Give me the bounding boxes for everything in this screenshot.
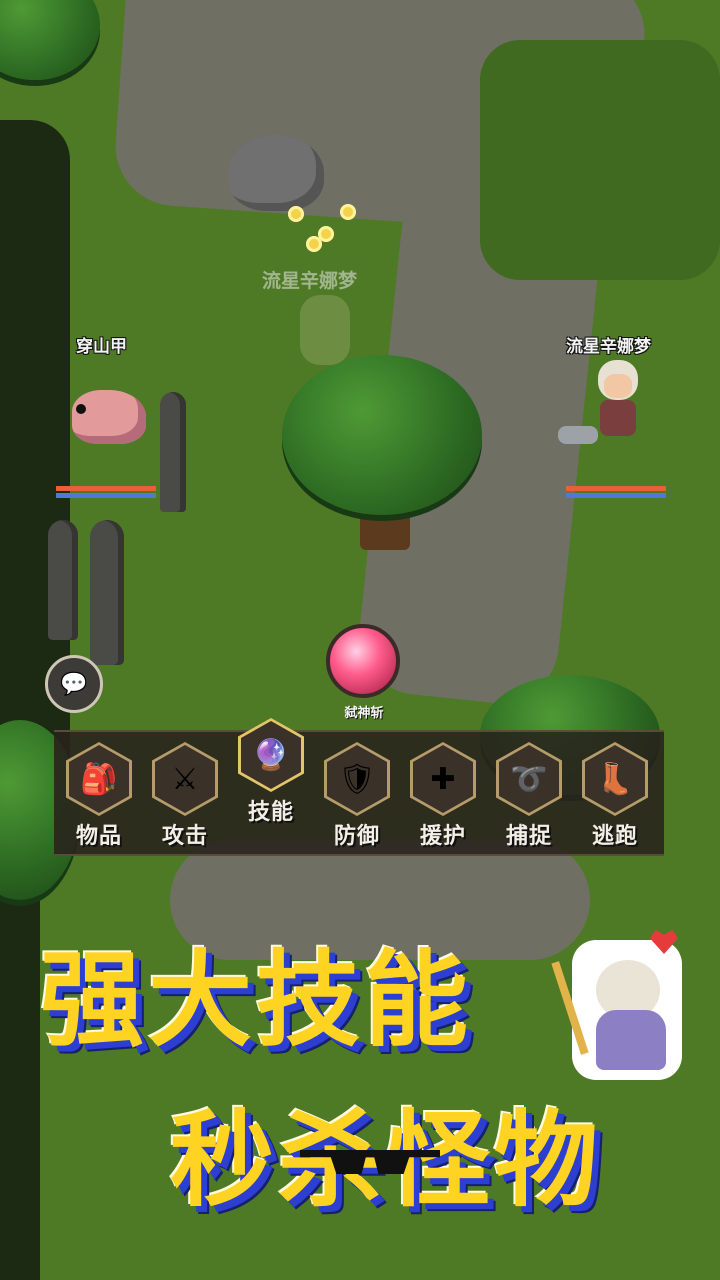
cupid-robe bbox=[596, 1010, 666, 1070]
flower bbox=[288, 206, 304, 222]
action-icon-frame: 🛡 bbox=[324, 742, 390, 816]
action-label: 援护 bbox=[419, 824, 466, 849]
action-button[interactable]: ✚ 援护 bbox=[405, 742, 481, 862]
player-face bbox=[604, 374, 632, 398]
enemy-name: 穿山甲 bbox=[76, 337, 127, 357]
rock bbox=[228, 135, 324, 211]
action-icon-frame: ⚔ bbox=[152, 742, 218, 816]
player-weapon bbox=[558, 426, 598, 444]
player-body[interactable] bbox=[600, 400, 636, 436]
action-button[interactable]: ⚔ 攻击 bbox=[147, 742, 223, 862]
enemy-mp-bar bbox=[56, 493, 156, 498]
enemy-pangolin-sprite[interactable] bbox=[72, 390, 146, 444]
skill-name: 弑神斩 bbox=[344, 706, 384, 721]
enemy-hp-bar bbox=[56, 486, 156, 491]
sword-icon: ⚔ bbox=[155, 745, 215, 813]
flower bbox=[306, 236, 322, 252]
action-label: 逃跑 bbox=[591, 824, 638, 849]
action-icon-frame: ✚ bbox=[410, 742, 476, 816]
action-icon-frame: 🔮 bbox=[238, 718, 304, 792]
chat-button[interactable]: 💬 bbox=[45, 655, 103, 713]
chat-bubble-icon: 💬 bbox=[60, 671, 88, 697]
action-button[interactable]: 🎒 物品 bbox=[61, 742, 137, 862]
player-ghost-sprite bbox=[300, 295, 350, 365]
stone-pillar bbox=[48, 520, 78, 640]
stone-pillar bbox=[160, 392, 186, 512]
enemy-eye bbox=[76, 404, 86, 414]
support-icon: ✚ bbox=[413, 745, 473, 813]
action-button[interactable]: 👢 逃跑 bbox=[577, 742, 653, 862]
promo-line-1: 强大技能 bbox=[40, 939, 473, 1061]
cliff-left-lower bbox=[0, 860, 40, 1280]
skill-orb-icon[interactable] bbox=[326, 624, 400, 698]
player-hp-bar bbox=[566, 486, 666, 491]
boot-icon: 👢 bbox=[585, 745, 645, 813]
cliff-left bbox=[0, 120, 70, 820]
magic-orb-icon: 🔮 bbox=[241, 721, 301, 789]
rope-icon: ➰ bbox=[499, 745, 559, 813]
player-mp-bar bbox=[566, 493, 666, 498]
action-button[interactable]: 🛡 防御 bbox=[319, 742, 395, 862]
action-icon-frame: ➰ bbox=[496, 742, 562, 816]
bag-icon: 🎒 bbox=[69, 745, 129, 813]
action-label: 防御 bbox=[333, 824, 380, 849]
action-label: 攻击 bbox=[161, 824, 208, 849]
player-name: 流星辛娜梦 bbox=[566, 337, 651, 357]
action-label: 技能 bbox=[247, 800, 294, 825]
action-icon-frame: 🎒 bbox=[66, 742, 132, 816]
action-button[interactable]: 🔮 技能 bbox=[233, 718, 309, 838]
shield-icon: 🛡 bbox=[327, 745, 387, 813]
action-icon-frame: 👢 bbox=[582, 742, 648, 816]
action-button[interactable]: ➰ 捕捉 bbox=[491, 742, 567, 862]
action-label: 捕捉 bbox=[505, 824, 552, 849]
battle-scene: 流星辛娜梦 穿山甲 流星辛娜梦 💬 弑神斩 🎒 物品 ⚔ 攻击 🔮 技能 🛡 防御 ✚ 援护 ➰ 捕捉… bbox=[0, 0, 720, 1280]
stone-pillar bbox=[90, 520, 124, 665]
player-ghost-name: 流星辛娜梦 bbox=[262, 270, 358, 292]
skill-slot[interactable]: 弑神斩 bbox=[326, 624, 402, 721]
tree bbox=[0, 0, 100, 80]
flower bbox=[340, 204, 356, 220]
action-label: 物品 bbox=[75, 824, 122, 849]
grass-patch bbox=[480, 40, 720, 280]
tree bbox=[282, 355, 482, 515]
